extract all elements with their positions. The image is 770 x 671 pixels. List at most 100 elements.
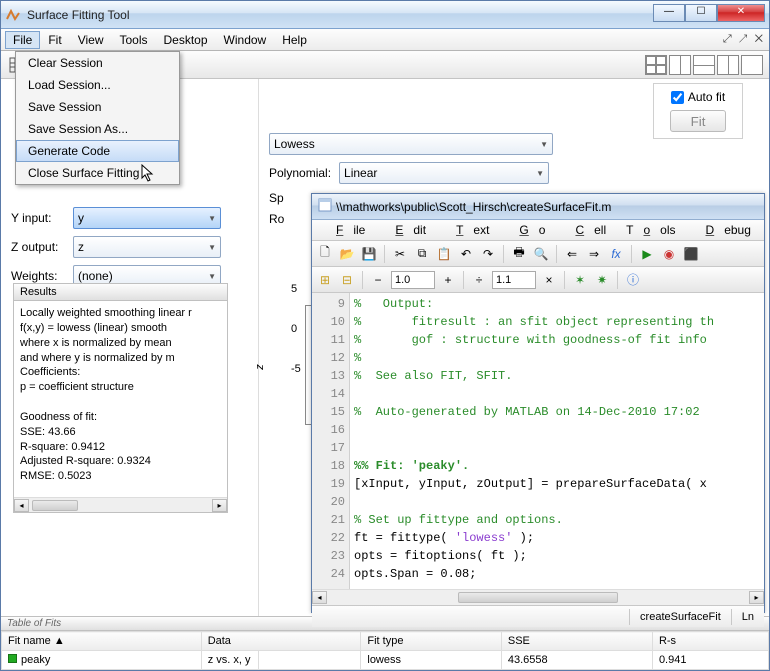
table-row[interactable]: peaky z vs. x, y lowess 43.6558 0.941 [2, 651, 769, 670]
multiply-value-input[interactable] [492, 271, 536, 289]
scroll-thumb[interactable] [32, 500, 78, 511]
window-buttons: — ☐ ✕ [653, 8, 765, 22]
col-fitname[interactable]: Fit name ▲ [2, 632, 202, 651]
editor-hscrollbar[interactable]: ◂ ▸ [312, 589, 764, 605]
editor-menubar: File Edit Text Go Cell Tools Debug Deskt… [312, 220, 764, 241]
close-button[interactable]: ✕ [717, 4, 765, 22]
chevron-down-icon: ▼ [536, 169, 544, 178]
menu-clear-session[interactable]: Clear Session [16, 52, 179, 74]
layout-single-button[interactable] [741, 55, 763, 75]
y-input-dropdown[interactable]: y▼ [73, 207, 221, 229]
status-function: createSurfaceFit [629, 609, 731, 625]
ed-menu-go[interactable]: Go [499, 221, 555, 239]
divide-icon[interactable]: ÷ [470, 271, 488, 289]
open-file-icon[interactable]: 📂 [338, 245, 356, 263]
ed-menu-desktop[interactable]: Desktop [761, 221, 770, 239]
ed-menu-text[interactable]: Text [436, 221, 499, 239]
plus-icon[interactable]: + [439, 271, 457, 289]
scroll-left-icon[interactable]: ◂ [14, 499, 29, 512]
titlebar: Surface Fitting Tool — ☐ ✕ [1, 1, 769, 29]
print-icon[interactable]: 🖶 [510, 245, 528, 263]
results-hscrollbar[interactable]: ◂ ▸ [14, 497, 227, 512]
layout-vsplit-button[interactable] [669, 55, 691, 75]
times-icon[interactable]: × [540, 271, 558, 289]
editor-titlebar[interactable]: \\mathworks\public\Scott_Hirsch\createSu… [312, 194, 764, 220]
ed-menu-tools[interactable]: Tools [616, 221, 685, 239]
col-fittype[interactable]: Fit type [361, 632, 502, 651]
menubar: File Fit View Tools Desktop Window Help … [1, 29, 769, 51]
ed-menu-debug[interactable]: Debug [686, 221, 761, 239]
autofit-checkbox[interactable]: Auto fit [664, 90, 732, 104]
col-r[interactable]: R-s [652, 632, 768, 651]
breakpoint-icon[interactable]: ◉ [660, 245, 678, 263]
minus-icon[interactable]: − [369, 271, 387, 289]
undo-icon[interactable]: ↶ [457, 245, 475, 263]
layout-leftpanel-button[interactable] [717, 55, 739, 75]
forward-icon[interactable]: ⇒ [585, 245, 603, 263]
editor-icon [318, 198, 332, 215]
scroll-right-icon[interactable]: ▸ [749, 591, 764, 604]
menu-load-session[interactable]: Load Session... [16, 74, 179, 96]
line-gutter: 9101112131415161718192021222324 [312, 293, 350, 589]
fit-status-icon [8, 654, 17, 663]
editor-toolbar-1: 🗋 📂 💾 ✂ ⧉ 📋 ↶ ↷ 🖶 🔍 ⇐ ⇒ fx ▶ ◉ ⬛ [312, 241, 764, 267]
scroll-left-icon[interactable]: ◂ [312, 591, 327, 604]
method-dropdown[interactable]: Lowess▼ [269, 133, 553, 155]
scroll-thumb[interactable] [458, 592, 618, 603]
results-panel: Results Locally weighted smoothing linea… [13, 283, 228, 513]
scroll-right-icon[interactable]: ▸ [212, 499, 227, 512]
fit-button[interactable]: Fit [670, 110, 726, 132]
function-icon[interactable]: fx [607, 245, 625, 263]
ed-menu-edit[interactable]: Edit [375, 221, 436, 239]
ed-menu-file[interactable]: File [316, 221, 375, 239]
matlab-icon [5, 9, 21, 21]
ed-menu-cell[interactable]: Cell [555, 221, 616, 239]
cut-icon[interactable]: ✂ [391, 245, 409, 263]
copy-icon[interactable]: ⧉ [413, 245, 431, 263]
find-icon[interactable]: 🔍 [532, 245, 550, 263]
polynomial-dropdown[interactable]: Linear▼ [339, 162, 549, 184]
info-icon[interactable]: ⓘ [624, 271, 642, 289]
menu-file[interactable]: File [5, 31, 40, 49]
code-area[interactable]: 9101112131415161718192021222324 % Output… [312, 293, 764, 589]
editor-toolbar-2: ⊞ ⊟ − + ÷ × ✶ ✷ ⓘ [312, 267, 764, 293]
cell-add-icon[interactable]: ⊞ [316, 271, 334, 289]
chevron-down-icon: ▼ [540, 140, 548, 149]
status-line: Ln [731, 609, 764, 625]
layout-hsplit-button[interactable] [693, 55, 715, 75]
code-text[interactable]: % Output:% fitresult : an sfit object re… [350, 293, 764, 589]
save-icon[interactable]: 💾 [360, 245, 378, 263]
increment-value-input[interactable] [391, 271, 435, 289]
editor-statusbar: createSurfaceFit Ln [312, 605, 764, 627]
file-dropdown: Clear Session Load Session... Save Sessi… [15, 51, 180, 185]
menu-generate-code[interactable]: Generate Code [16, 140, 179, 162]
menu-close-surface-fitting[interactable]: Close Surface Fitting [16, 162, 179, 184]
menu-tools[interactable]: Tools [111, 31, 155, 49]
layout-quad-button[interactable] [645, 55, 667, 75]
dock-controls[interactable]: ⤢ ↗ ✕ [723, 33, 765, 46]
maximize-button[interactable]: ☐ [685, 4, 717, 22]
sparkle-icon[interactable]: ✶ [571, 271, 589, 289]
new-file-icon[interactable]: 🗋 [316, 245, 334, 263]
menu-view[interactable]: View [70, 31, 112, 49]
span-label: Sp [269, 191, 284, 205]
col-data[interactable]: Data [201, 632, 361, 651]
redo-icon[interactable]: ↷ [479, 245, 497, 263]
z-output-dropdown[interactable]: z▼ [73, 236, 221, 258]
chevron-down-icon: ▼ [208, 272, 216, 281]
y-input-label: Y input: [11, 211, 65, 225]
paste-icon[interactable]: 📋 [435, 245, 453, 263]
back-icon[interactable]: ⇐ [563, 245, 581, 263]
menu-window[interactable]: Window [216, 31, 275, 49]
col-sse[interactable]: SSE [501, 632, 652, 651]
cell-remove-icon[interactable]: ⊟ [338, 271, 356, 289]
menu-help[interactable]: Help [274, 31, 315, 49]
minimize-button[interactable]: — [653, 4, 685, 22]
menu-desktop[interactable]: Desktop [156, 31, 216, 49]
menu-save-session[interactable]: Save Session [16, 96, 179, 118]
run-icon[interactable]: ▶ [638, 245, 656, 263]
stop-icon[interactable]: ⬛ [682, 245, 700, 263]
menu-fit[interactable]: Fit [40, 31, 69, 49]
menu-save-session-as[interactable]: Save Session As... [16, 118, 179, 140]
sparkle2-icon[interactable]: ✷ [593, 271, 611, 289]
